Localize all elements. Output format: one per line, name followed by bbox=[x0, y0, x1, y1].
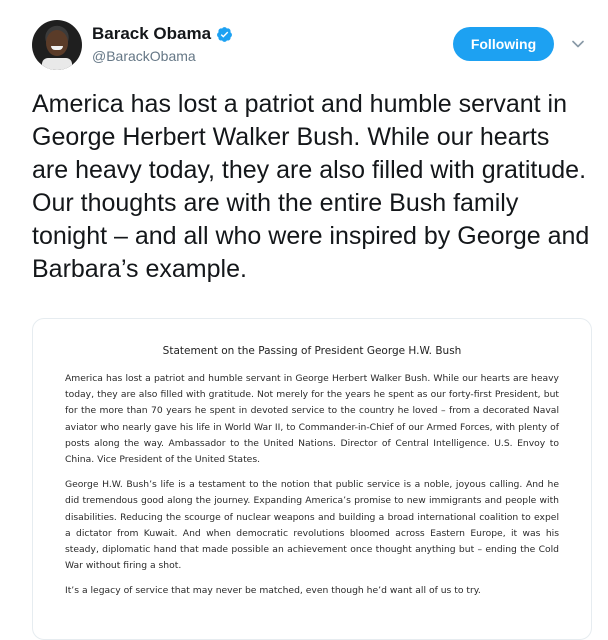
statement-title: Statement on the Passing of President Ge… bbox=[162, 345, 462, 357]
following-button[interactable]: Following bbox=[453, 27, 554, 61]
statement-paragraph: George H.W. Bush’s life is a testament t… bbox=[65, 479, 559, 572]
user-handle[interactable]: @BarackObama bbox=[92, 48, 196, 64]
statement-body: America has lost a patriot and humble se… bbox=[65, 371, 559, 609]
user-name[interactable]: Barack Obama bbox=[92, 24, 211, 44]
chevron-down-icon[interactable] bbox=[572, 40, 584, 48]
avatar[interactable] bbox=[32, 20, 82, 70]
statement-paragraph: America has lost a patriot and humble se… bbox=[65, 373, 559, 466]
tweet-text: America has lost a patriot and humble se… bbox=[32, 90, 597, 283]
tweet-card: Barack Obama @BarackObama Following Amer… bbox=[0, 0, 608, 640]
verified-badge-icon bbox=[217, 26, 233, 42]
avatar-face bbox=[46, 30, 68, 56]
user-name-row: Barack Obama bbox=[92, 24, 233, 44]
statement-paragraph: It’s a legacy of service that may never … bbox=[65, 585, 481, 597]
statement-image[interactable]: Statement on the Passing of President Ge… bbox=[32, 318, 592, 640]
avatar-collar bbox=[42, 58, 72, 70]
